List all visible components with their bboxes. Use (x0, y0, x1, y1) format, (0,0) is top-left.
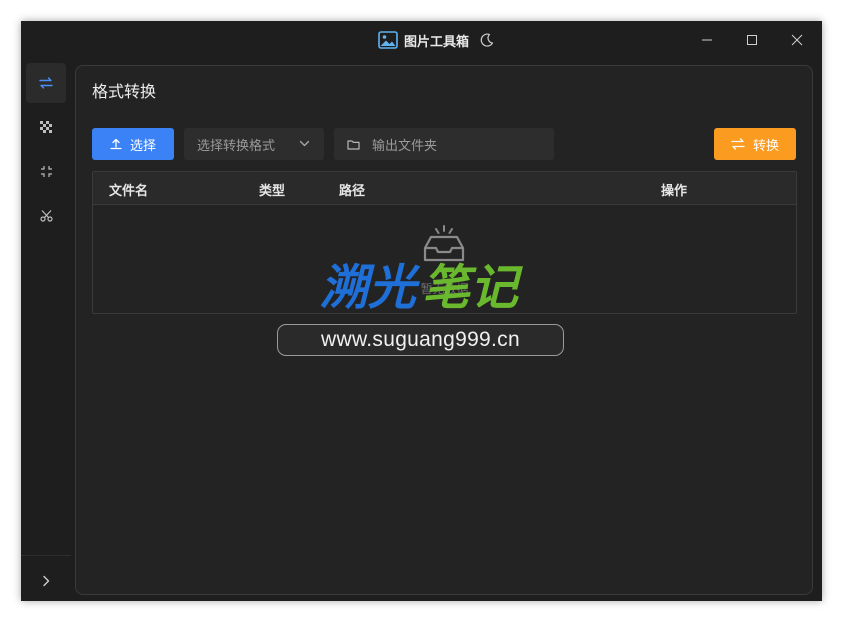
column-header-filename: 文件名 (109, 184, 149, 199)
sidebar-item-crop[interactable] (26, 195, 66, 235)
sidebar-item-mosaic[interactable] (26, 107, 66, 147)
sidebar-item-compress[interactable] (26, 151, 66, 191)
maximize-button[interactable] (729, 21, 775, 59)
output-folder-placeholder: 输出文件夹 (372, 138, 438, 154)
picture-icon (378, 31, 398, 49)
close-button[interactable] (774, 21, 820, 59)
close-icon (791, 34, 803, 46)
minimize-icon (702, 39, 712, 41)
watermark-logo-blue-text: 溯光 (320, 260, 421, 316)
column-header-path: 路径 (339, 184, 366, 199)
minimize-button[interactable] (684, 21, 730, 59)
toolbar: 选择 选择转换格式 输出文件夹 转换 (92, 127, 797, 161)
title-bar: 图片工具箱 (21, 21, 822, 59)
column-header-actions: 操作 (661, 184, 688, 199)
convert-arrows-icon (731, 138, 745, 150)
convert-button[interactable]: 转换 (714, 128, 796, 160)
chevron-right-icon (43, 575, 50, 587)
page-title: 格式转换 (92, 82, 157, 101)
watermark-logo: 溯光 笔记 (320, 260, 523, 316)
watermark-logo-green-text: 笔记 (422, 260, 523, 316)
sidebar-divider (21, 555, 71, 556)
table-header: 文件名 类型 路径 操作 (93, 172, 796, 205)
select-button[interactable]: 选择 (92, 128, 174, 160)
format-select-placeholder: 选择转换格式 (197, 138, 276, 154)
output-folder-field[interactable]: 输出文件夹 (334, 128, 554, 160)
select-button-label: 选择 (129, 138, 156, 154)
compress-icon (40, 165, 52, 177)
app-title: 图片工具箱 (404, 34, 470, 50)
maximize-icon (747, 35, 757, 45)
moon-icon[interactable] (479, 32, 495, 48)
convert-arrows-icon (39, 77, 53, 89)
convert-button-label: 转换 (752, 138, 779, 154)
mosaic-icon (40, 121, 52, 133)
sidebar (21, 59, 71, 601)
sidebar-expand-button[interactable] (26, 567, 66, 595)
format-select[interactable]: 选择转换格式 (184, 128, 324, 160)
sidebar-item-format-convert[interactable] (26, 63, 66, 103)
chevron-down-icon (299, 140, 310, 147)
title-group: 图片工具箱 (378, 29, 495, 51)
scissors-icon (39, 209, 53, 222)
column-header-type: 类型 (259, 184, 286, 199)
folder-icon (347, 139, 360, 150)
upload-icon (110, 138, 122, 150)
watermark-url: www.suguang999.cn (277, 324, 564, 356)
